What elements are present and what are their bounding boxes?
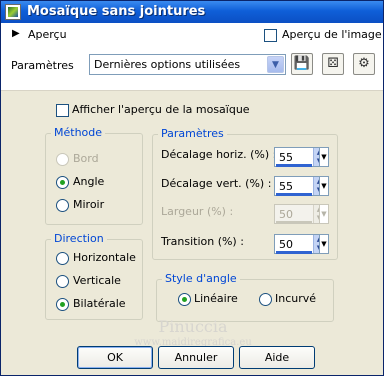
top-band: ▶ Aperçu Aperçu de l'image Paramètres De…	[1, 23, 383, 91]
show-tile-preview-checkbox[interactable]	[56, 104, 69, 117]
direction-group-title: Direction	[51, 232, 107, 245]
method-mirror-radio[interactable]	[56, 199, 69, 212]
width-value: 50	[279, 208, 293, 221]
randomize-icon[interactable]: ⚄	[322, 53, 344, 75]
window-title: Mosaïque sans jointures	[27, 4, 206, 19]
direction-horizontal-label: Horizontale	[73, 251, 136, 264]
method-mirror-label: Miroir	[73, 198, 105, 211]
angle-linear-label: Linéaire	[194, 292, 238, 305]
save-preset-icon[interactable]: 💾	[291, 53, 313, 75]
method-border-label: Bord	[73, 152, 99, 165]
title-bar[interactable]: Mosaïque sans jointures	[1, 1, 383, 23]
ok-button[interactable]: OK	[77, 346, 153, 369]
width-label: Largeur (%) :	[161, 205, 234, 218]
direction-bilateral-label: Bilatérale	[73, 297, 126, 310]
cancel-button[interactable]: Annuler	[158, 346, 234, 369]
vert-offset-bar	[276, 193, 312, 196]
method-border-radio[interactable]	[56, 153, 69, 166]
horiz-offset-bar	[276, 164, 312, 167]
params-group-title: Paramètres	[158, 127, 227, 140]
angle-linear-radio[interactable]	[178, 293, 191, 306]
expand-arrow-icon[interactable]: ▶	[12, 28, 20, 39]
horiz-offset-dropdown[interactable]: ▼	[319, 147, 329, 167]
transition-bar	[276, 251, 312, 254]
direction-vertical-label: Verticale	[73, 274, 121, 287]
method-group-title: Méthode	[51, 126, 106, 139]
vert-offset-dropdown[interactable]: ▼	[319, 176, 329, 196]
angle-style-group-title: Style d'angle	[162, 272, 240, 285]
app-icon	[5, 4, 21, 20]
preset-manager-icon[interactable]: ⚙	[353, 53, 375, 75]
preset-value: Dernières options utilisées	[94, 58, 241, 71]
vert-offset-value: 55	[279, 180, 293, 193]
preset-select[interactable]: Dernières options utilisées ▼	[89, 54, 286, 75]
width-bar	[276, 221, 312, 224]
dialog-window: Mosaïque sans jointures ▶ Aperçu Aperçu …	[0, 0, 384, 376]
horiz-offset-value: 55	[279, 151, 293, 164]
angle-curved-label: Incurvé	[275, 292, 317, 305]
transition-value: 50	[279, 238, 293, 251]
horiz-offset-label: Décalage horiz. (%) :	[161, 148, 277, 161]
transition-dropdown[interactable]: ▼	[319, 234, 329, 254]
direction-horizontal-radio[interactable]	[56, 252, 69, 265]
width-dropdown[interactable]: ▼	[319, 204, 329, 224]
vert-offset-label: Décalage vert. (%) :	[161, 177, 272, 190]
direction-vertical-radio[interactable]	[56, 275, 69, 288]
method-angle-radio[interactable]	[56, 176, 69, 189]
transition-label: Transition (%) :	[161, 235, 244, 248]
chevron-down-icon[interactable]: ▼	[267, 56, 284, 73]
params-label: Paramètres	[11, 59, 74, 72]
angle-curved-radio[interactable]	[259, 293, 272, 306]
show-tile-preview-label: Afficher l'aperçu de la mosaïque	[72, 103, 250, 116]
direction-bilateral-radio[interactable]	[56, 298, 69, 311]
image-preview-label: Aperçu de l'image	[282, 28, 382, 41]
image-preview-checkbox[interactable]	[264, 29, 277, 42]
watermark-name: Pinuccia	[158, 317, 228, 336]
preview-toggle[interactable]: Aperçu	[28, 28, 67, 41]
help-button[interactable]: Aide	[239, 346, 315, 369]
method-angle-label: Angle	[73, 175, 105, 188]
